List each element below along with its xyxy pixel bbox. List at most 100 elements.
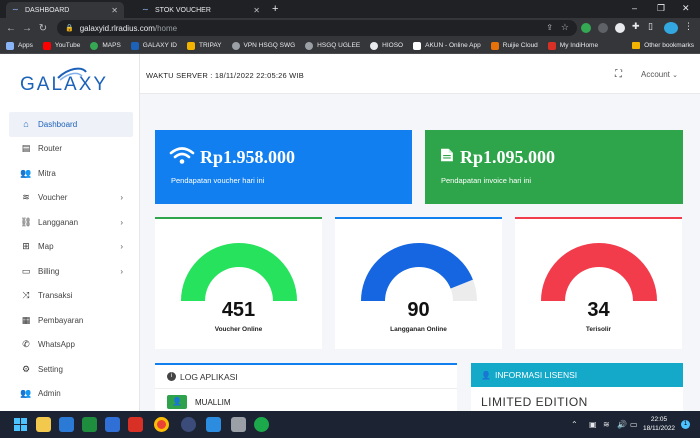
gauge-arc xyxy=(541,242,657,301)
extension-icon[interactable] xyxy=(598,23,608,33)
sidebar-menu: ⌂ Dashboard ▤ Router 👥 Mitra ≋ Voucher › ⛓ Langgan… xyxy=(9,112,133,406)
other-bookmarks[interactable]: Other bookmarks xyxy=(632,42,694,49)
langganan-online-value: 90 xyxy=(407,299,430,321)
puzzle-icon[interactable]: ✚ xyxy=(632,21,642,31)
sidebar-item-mitra[interactable]: 👥 Mitra xyxy=(9,161,133,186)
bookmark-my-indihome[interactable]: My IndiHome xyxy=(547,41,598,50)
bookmark-ruijie-cloud[interactable]: Ruijie Cloud xyxy=(490,41,538,50)
galaxy-logo[interactable]: GALAXY xyxy=(20,64,125,95)
sidebar-item-label: Langganan xyxy=(38,217,79,227)
address-bar[interactable]: 🔒 galaxyid.rlradius.com/home ⇪ ☆ xyxy=(57,20,577,36)
back-icon[interactable]: ← xyxy=(3,23,19,34)
bookmark-label: TRIPAY xyxy=(199,42,222,49)
anydesk-icon[interactable] xyxy=(128,417,143,432)
volume-icon[interactable]: 🔊 xyxy=(617,420,627,429)
sidebar-item-billing[interactable]: ▭ Billing › xyxy=(9,259,133,284)
sidebar-item-map[interactable]: ⊞ Map › xyxy=(9,235,133,260)
wifi-tray-icon[interactable]: ≋ xyxy=(603,420,610,429)
bookmark-vpn-hsgq-swg[interactable]: VPN HSGQ SWG xyxy=(231,41,295,50)
globe-icon xyxy=(305,41,314,50)
sidebar-item-transaksi[interactable]: ⤨ Transaksi xyxy=(9,284,133,309)
excel-icon[interactable] xyxy=(82,417,97,432)
profile-avatar[interactable] xyxy=(664,22,678,34)
sidebar-item-label: Setting xyxy=(38,364,63,374)
chrome-icon[interactable] xyxy=(154,417,169,432)
taskbar-clock[interactable]: 22:05 18/11/2022 xyxy=(643,415,675,433)
bookmark-label: Ruijie Cloud xyxy=(502,42,538,49)
tab-stok-voucher[interactable]: ∼ STOK VOUCHER ✕ xyxy=(136,2,266,18)
bookmark-maps[interactable]: MAPS xyxy=(90,41,121,50)
windows-taskbar: ⌃ ▣ ≋ 🔊 ▭ 22:05 18/11/2022 1 xyxy=(0,411,700,438)
invoice-income-card: Rp1.095.000 Pendapatan invoice hari ini xyxy=(425,130,683,204)
reload-icon[interactable]: ↻ xyxy=(35,23,51,34)
window-close-icon[interactable]: ✕ xyxy=(682,3,690,14)
menu-kebab-icon[interactable]: ⋮ xyxy=(684,21,694,31)
minimize-icon[interactable]: – xyxy=(632,3,637,13)
extension-shield-icon[interactable] xyxy=(615,23,625,33)
settings-app-icon[interactable] xyxy=(231,417,246,432)
side-panel-icon[interactable]: ▯ xyxy=(648,21,658,31)
line-icon[interactable] xyxy=(254,417,269,432)
word-icon[interactable] xyxy=(105,417,120,432)
extension-drive-icon[interactable] xyxy=(581,23,591,33)
sidebar-item-admin[interactable]: 👥 Admin xyxy=(9,382,133,407)
terisolir-label: Terisolir xyxy=(585,326,612,333)
new-tab-icon[interactable]: + xyxy=(272,3,278,15)
log-aplikasi-panel: i LOG APLIKASI 👤 MUALLIM xyxy=(155,363,457,413)
fullscreen-icon[interactable]: ⛶ xyxy=(615,69,622,80)
sidebar-item-router[interactable]: ▤ Router xyxy=(9,137,133,162)
invoice-income-value: Rp1.095.000 xyxy=(460,147,556,167)
maximize-icon[interactable]: ❐ xyxy=(657,3,665,14)
log-user-name: MUALLIM xyxy=(195,397,231,407)
sidebar-item-langganan[interactable]: ⛓ Langganan › xyxy=(9,210,133,235)
url-host: galaxyid.rlradius.com xyxy=(79,23,155,33)
notification-badge[interactable]: 1 xyxy=(681,420,690,429)
shuffle-icon: ⤨ xyxy=(22,290,30,301)
top-header: WAKTU SERVER : 18/11/2022 22:05:26 WIB ⛶… xyxy=(140,54,700,94)
sidebar-item-setting[interactable]: ⚙ Setting xyxy=(9,357,133,382)
clock-date: 18/11/2022 xyxy=(643,425,676,432)
users-icon: 👥 xyxy=(20,167,32,178)
tray-chevron-up-icon[interactable]: ⌃ xyxy=(571,420,578,429)
bookmark-youtube[interactable]: YouTube xyxy=(42,41,80,50)
file-explorer-icon[interactable] xyxy=(36,417,51,432)
sidebar-item-dashboard[interactable]: ⌂ Dashboard xyxy=(9,112,133,137)
close-icon[interactable]: ✕ xyxy=(111,6,118,15)
bookmark-hsgq-uglee[interactable]: HSGQ UGLEE xyxy=(305,41,360,50)
forward-icon[interactable]: → xyxy=(19,23,35,34)
tripay-icon xyxy=(187,41,195,50)
tab-label: DASHBOARD xyxy=(25,6,70,14)
voucher-online-value: 451 xyxy=(221,299,256,321)
sidebar: GALAXY ⌂ Dashboard ▤ Router 👥 Mitra ≋ Voucher › ⛓… xyxy=(0,54,140,411)
maps-pin-icon xyxy=(90,41,99,50)
bookmark-galaxy-id[interactable]: GALAXY ID xyxy=(130,41,177,50)
bookmark-tripay[interactable]: TRIPAY xyxy=(187,41,222,50)
sidebar-item-pembayaran[interactable]: ▦ Pembayaran xyxy=(9,308,133,333)
close-icon[interactable]: ✕ xyxy=(253,6,260,15)
tab-dashboard[interactable]: ∼ DASHBOARD ✕ xyxy=(6,2,124,18)
account-dropdown[interactable]: Account ⌄ xyxy=(641,70,678,79)
lock-icon: 🔒 xyxy=(65,25,74,32)
bookmark-akun-online-app[interactable]: AKUN - Online App xyxy=(413,41,481,50)
indihome-icon xyxy=(547,41,556,50)
store-icon[interactable] xyxy=(59,417,74,432)
battery-icon[interactable]: ▭ xyxy=(630,420,638,429)
windows-start-icon[interactable] xyxy=(13,417,28,432)
wallet-icon: ▭ xyxy=(21,265,31,276)
sidebar-item-voucher[interactable]: ≋ Voucher › xyxy=(9,186,133,211)
app-icon[interactable] xyxy=(181,417,196,432)
wifi-icon: ≋ xyxy=(22,192,30,203)
gauge-arc xyxy=(361,243,477,301)
sidebar-item-label: Map xyxy=(38,242,54,252)
share-icon[interactable]: ⇪ xyxy=(546,23,553,32)
log-aplikasi-title: LOG APLIKASI xyxy=(180,371,238,382)
sidebar-item-whatsapp[interactable]: ✆ WhatsApp xyxy=(9,333,133,358)
tray-app-icon[interactable]: ▣ xyxy=(589,420,597,429)
bookmark-apps[interactable]: Apps xyxy=(6,41,33,50)
bookmark-label: Apps xyxy=(18,42,33,49)
server-icon: ▤ xyxy=(21,143,31,154)
bookmark-star-icon[interactable]: ☆ xyxy=(561,22,569,33)
edge-icon[interactable] xyxy=(206,417,221,432)
sidebar-item-label: Mitra xyxy=(38,168,56,178)
bookmark-hioso[interactable]: HIOSO xyxy=(370,41,403,50)
